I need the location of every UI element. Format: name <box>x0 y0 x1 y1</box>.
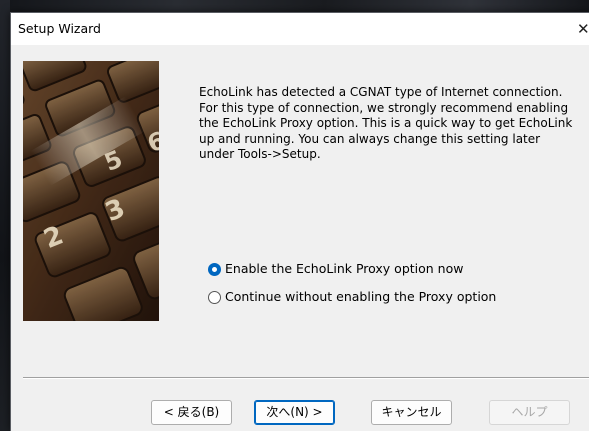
help-button[interactable]: ヘルプ <box>489 400 570 425</box>
back-button[interactable]: < 戻る(B) <box>151 400 232 425</box>
setup-wizard-window: Setup Wizard ✕ 5 6 2 3 EchoLink has dete… <box>10 12 589 431</box>
radio-selected-icon[interactable] <box>208 263 221 276</box>
calculator-keypad-image: 5 6 2 3 <box>23 61 159 321</box>
window-title: Setup Wizard <box>18 21 101 36</box>
desktop-edge <box>0 0 10 430</box>
next-button[interactable]: 次へ(N) > <box>254 400 335 425</box>
dialog-client-area: 5 6 2 3 EchoLink has detected a CGNAT ty… <box>11 45 589 431</box>
title-bar[interactable]: Setup Wizard ✕ <box>11 13 589 45</box>
button-separator <box>23 377 589 379</box>
cgnat-message: EchoLink has detected a CGNAT type of In… <box>199 85 573 162</box>
cancel-button[interactable]: キャンセル <box>371 400 452 425</box>
radio-unselected-icon[interactable] <box>208 291 221 304</box>
radio-enable-proxy-label[interactable]: Enable the EchoLink Proxy option now <box>225 261 463 276</box>
desktop-background <box>0 0 589 12</box>
close-icon[interactable]: ✕ <box>577 18 589 40</box>
calculator-keypad-photo-icon: 5 6 2 3 <box>23 61 159 321</box>
radio-skip-proxy-label[interactable]: Continue without enabling the Proxy opti… <box>225 289 496 304</box>
